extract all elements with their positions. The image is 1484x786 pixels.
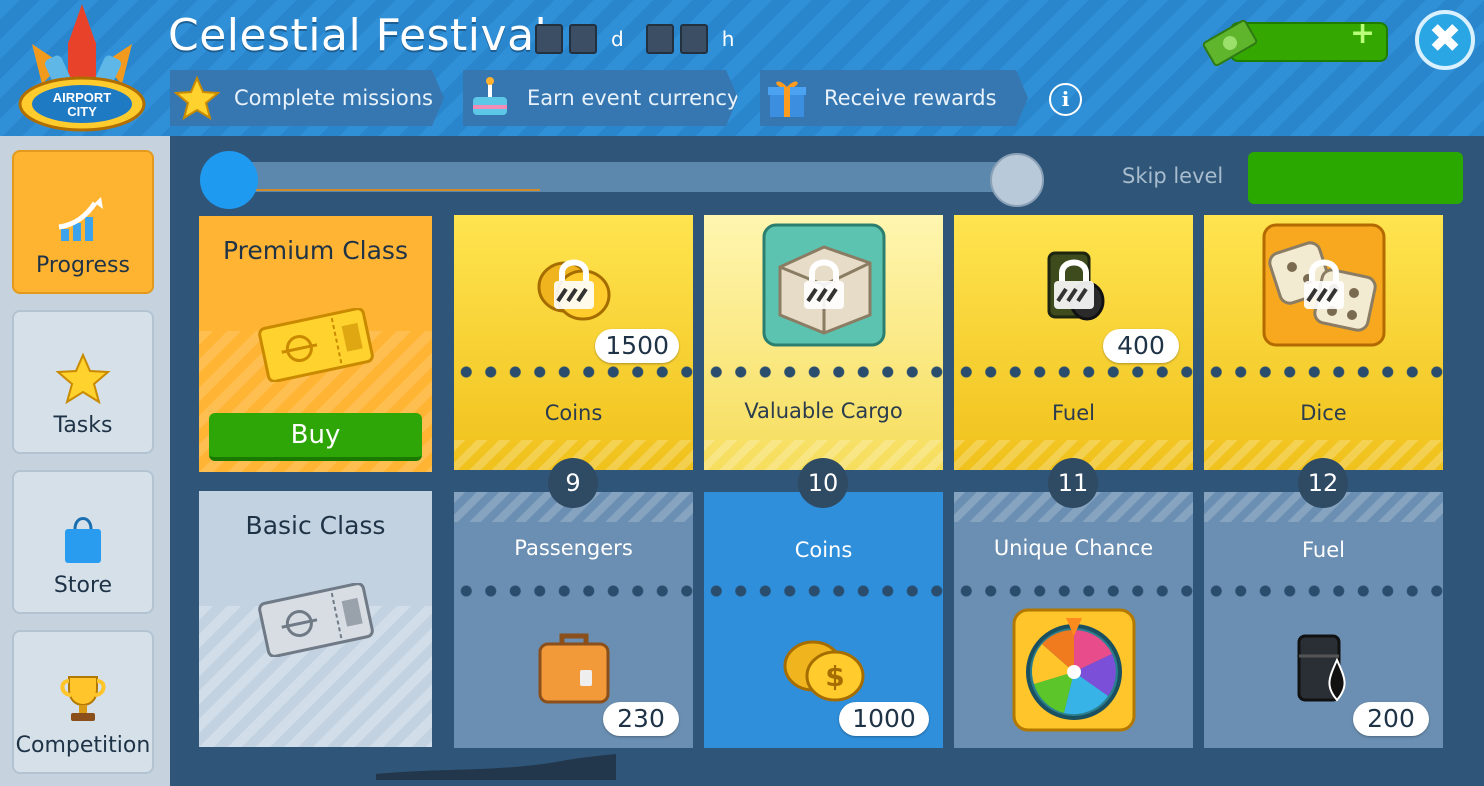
step-complete-missions: Complete missions bbox=[170, 70, 444, 126]
premium-class-title: Premium Class bbox=[223, 236, 408, 265]
star-icon bbox=[174, 75, 220, 121]
sidebar-item-competition[interactable]: Competition bbox=[12, 630, 154, 774]
reward-name: Coins bbox=[544, 401, 603, 425]
cake-icon bbox=[467, 75, 513, 121]
timer-digit bbox=[569, 24, 597, 54]
svg-text:$: $ bbox=[825, 660, 844, 693]
timer-digit bbox=[535, 24, 563, 54]
sidebar: Progress Tasks Store Competition bbox=[0, 136, 170, 786]
trophy-icon bbox=[60, 676, 106, 721]
info-button[interactable]: i bbox=[1049, 83, 1082, 116]
basic-reward-unique-chance[interactable]: Unique Chance bbox=[954, 492, 1193, 748]
star-icon bbox=[55, 352, 111, 405]
redaction-scribble bbox=[376, 754, 616, 780]
progress-end-knob bbox=[990, 153, 1044, 207]
premium-class-card: Premium Class Buy bbox=[199, 216, 432, 472]
premium-reward-coins[interactable]: 1500 Coins bbox=[454, 215, 693, 470]
suitcase-icon bbox=[538, 633, 609, 704]
sidebar-item-progress[interactable]: Progress bbox=[12, 150, 154, 294]
step-label: Receive rewards bbox=[824, 86, 997, 110]
shopping-bag-icon bbox=[65, 517, 101, 563]
dotted-divider bbox=[1204, 365, 1443, 379]
cash-icon bbox=[1202, 19, 1258, 67]
reward-quantity: 400 bbox=[1103, 329, 1179, 363]
basic-reward-passengers[interactable]: Passengers 230 bbox=[454, 492, 693, 748]
reward-name: Dice bbox=[1300, 401, 1347, 425]
dotted-divider bbox=[704, 365, 943, 379]
sidebar-item-label: Tasks bbox=[53, 413, 113, 438]
level-badge: 12 bbox=[1298, 458, 1348, 508]
fortune-wheel-icon bbox=[1012, 608, 1135, 732]
skip-level-label: Skip level bbox=[1122, 164, 1224, 188]
cash-balance[interactable]: + bbox=[1200, 14, 1388, 72]
basic-reward-fuel[interactable]: Fuel 200 bbox=[1204, 492, 1443, 748]
dotted-divider bbox=[454, 365, 693, 379]
progress-chart-icon bbox=[58, 197, 103, 241]
progress-start-knob bbox=[200, 151, 258, 209]
basic-class-card: Basic Class bbox=[199, 491, 432, 747]
premium-reward-valuable-cargo[interactable]: Valuable Cargo bbox=[704, 215, 943, 470]
reward-name: Unique Chance bbox=[993, 536, 1154, 560]
timer-hours-unit: h bbox=[721, 27, 735, 51]
lock-icon bbox=[1303, 259, 1344, 309]
airport-city-logo: AIRPORT CITY bbox=[18, 4, 146, 132]
level-badge: 9 bbox=[548, 458, 598, 508]
close-button[interactable]: ✖ bbox=[1415, 10, 1475, 70]
timer-days-unit: d bbox=[611, 27, 624, 51]
lock-icon bbox=[803, 259, 844, 309]
reward-name: Valuable Cargo bbox=[744, 399, 903, 423]
progress-track bbox=[230, 162, 1020, 192]
event-header: AIRPORT CITY Celestial Festival d h Comp… bbox=[0, 0, 1484, 136]
step-label: Earn event currency bbox=[527, 86, 740, 110]
premium-reward-dice[interactable]: Dice bbox=[1204, 215, 1443, 470]
timer-digit bbox=[679, 24, 708, 54]
level-badge: 10 bbox=[798, 458, 848, 508]
dotted-divider bbox=[1204, 584, 1443, 598]
sidebar-item-store[interactable]: Store bbox=[12, 470, 154, 614]
step-earn-currency: Earn event currency bbox=[463, 70, 738, 126]
sidebar-item-label: Competition bbox=[15, 733, 151, 758]
timer-digit bbox=[645, 24, 674, 54]
progress-fill bbox=[230, 189, 540, 191]
fuel-barrel-icon bbox=[1297, 634, 1345, 702]
dotted-divider bbox=[704, 584, 943, 598]
logo-text-line1: AIRPORT bbox=[53, 90, 112, 105]
event-title: Celestial Festival bbox=[168, 10, 548, 61]
reward-name: Fuel bbox=[1302, 538, 1345, 562]
skip-level-button[interactable] bbox=[1248, 152, 1463, 204]
level-badge: 11 bbox=[1048, 458, 1098, 508]
reward-name: Passengers bbox=[514, 536, 633, 560]
dotted-divider bbox=[954, 584, 1193, 598]
coins-icon: $ bbox=[783, 640, 864, 702]
add-cash-button[interactable]: + bbox=[1350, 19, 1375, 49]
premium-reward-fuel[interactable]: 400 Fuel bbox=[954, 215, 1193, 470]
reward-quantity: 200 bbox=[1353, 702, 1429, 736]
sidebar-item-tasks[interactable]: Tasks bbox=[12, 310, 154, 454]
gift-icon bbox=[764, 75, 810, 121]
basic-class-title: Basic Class bbox=[245, 511, 386, 540]
sidebar-item-label: Progress bbox=[36, 253, 130, 278]
gold-ticket-icon bbox=[258, 308, 374, 382]
lock-icon bbox=[1053, 259, 1094, 309]
lock-icon bbox=[553, 259, 594, 309]
silver-ticket-icon bbox=[258, 583, 374, 657]
step-label: Complete missions bbox=[234, 86, 433, 110]
dotted-divider bbox=[454, 584, 693, 598]
logo-text-line2: CITY bbox=[67, 104, 97, 119]
step-receive-rewards: Receive rewards bbox=[760, 70, 1028, 126]
reward-quantity: 1500 bbox=[595, 329, 679, 363]
reward-quantity: 1000 bbox=[839, 702, 929, 736]
sidebar-item-label: Store bbox=[53, 573, 113, 598]
reward-quantity: 230 bbox=[603, 702, 679, 736]
reward-name: Fuel bbox=[1052, 401, 1095, 425]
buy-premium-button[interactable]: Buy bbox=[209, 413, 422, 461]
basic-reward-coins[interactable]: Coins $ 1000 bbox=[704, 492, 943, 748]
dotted-divider bbox=[954, 365, 1193, 379]
event-timer: d h bbox=[535, 22, 750, 56]
reward-name: Coins bbox=[794, 538, 853, 562]
